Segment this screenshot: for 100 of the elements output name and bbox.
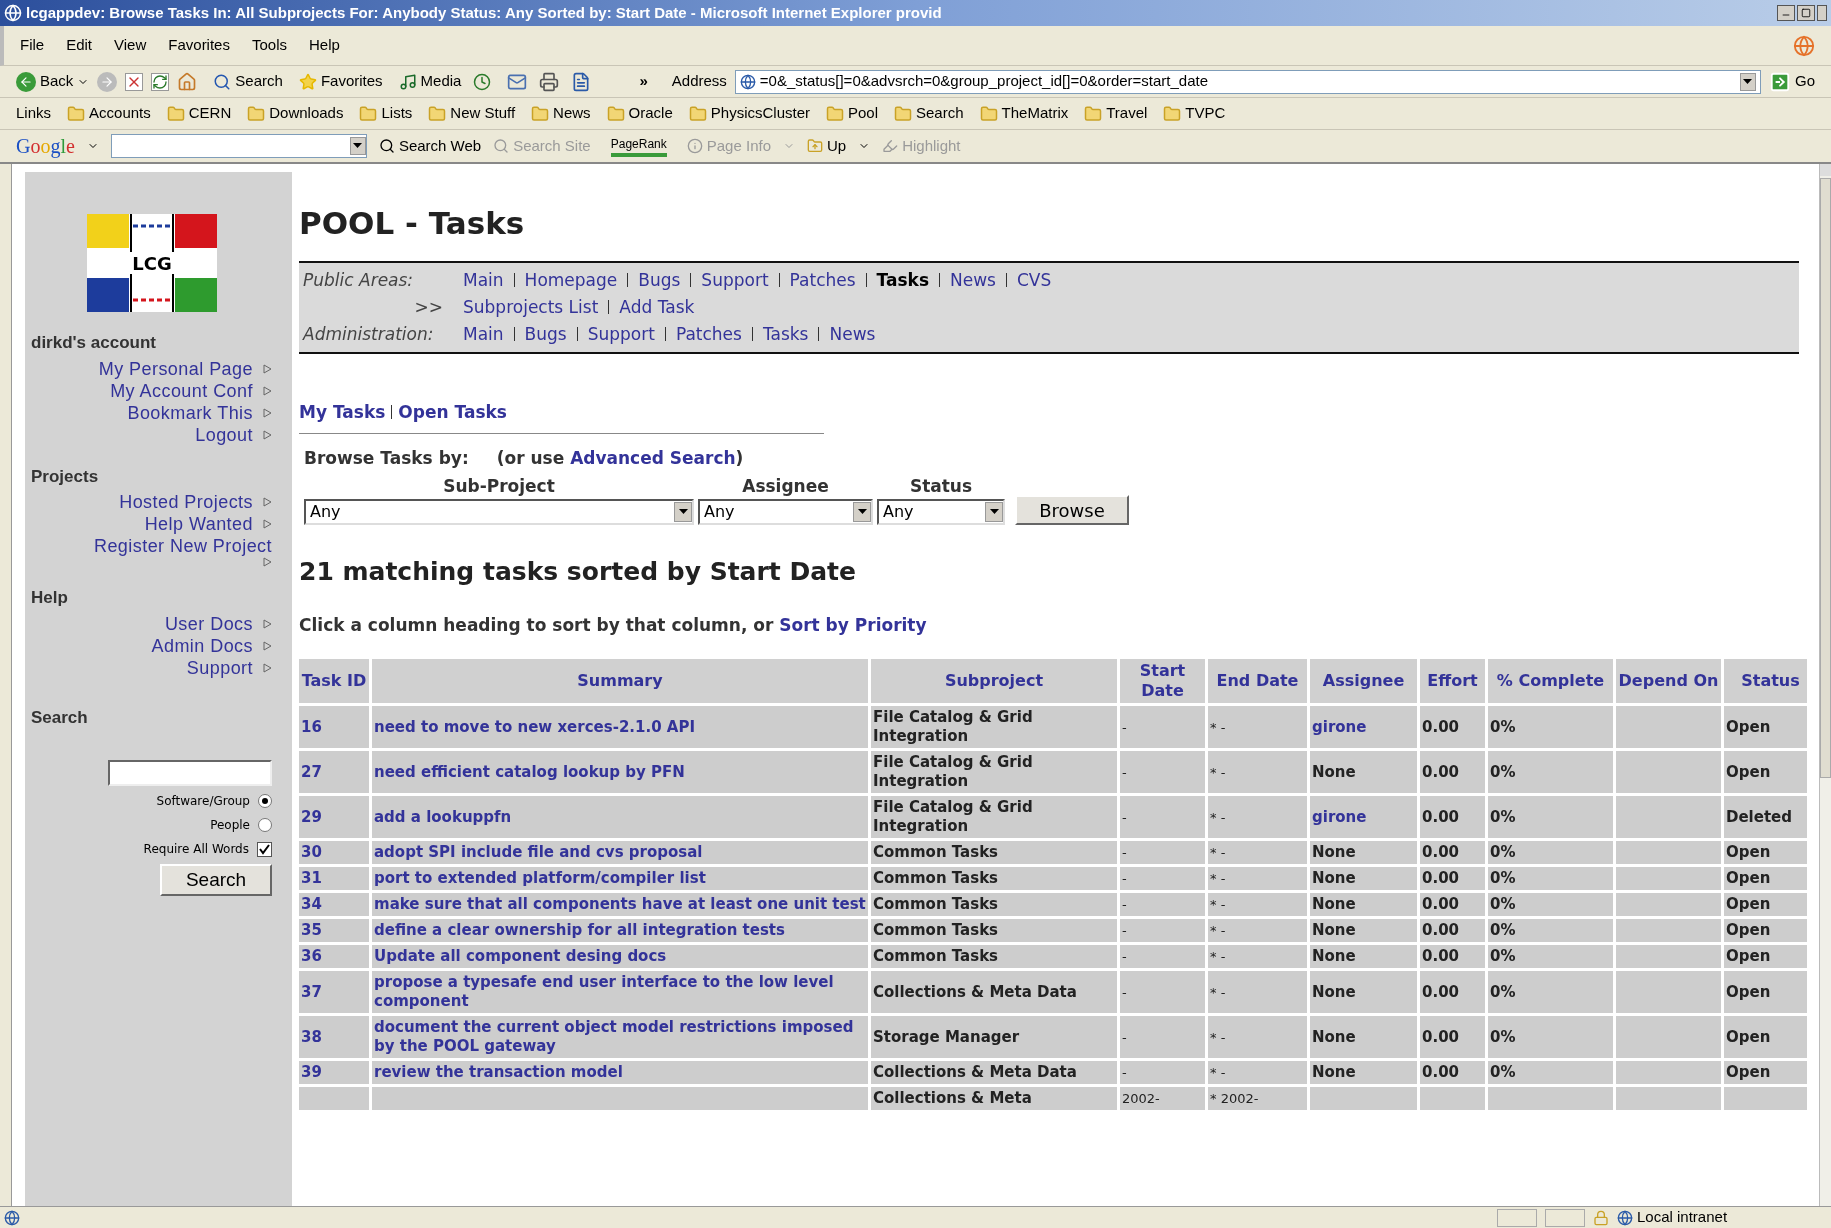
task-id-link[interactable]: 34 <box>301 895 367 914</box>
task-summary-link[interactable]: adopt SPI include file and cvs proposal <box>374 843 866 862</box>
bookmark-link[interactable]: Lists <box>359 102 413 125</box>
menu-item[interactable]: View <box>114 34 147 57</box>
nav-link[interactable]: Patches <box>789 266 856 294</box>
task-summary-link[interactable]: Update all component desing docs <box>374 947 866 966</box>
bookmark-link[interactable]: Search <box>894 102 964 125</box>
sort-by-priority-link[interactable]: Sort by Priority <box>779 614 927 635</box>
bookmark-link[interactable]: New Stuff <box>428 102 516 125</box>
task-summary-link[interactable]: make sure that all components have at least one unit test <box>374 895 866 914</box>
task-summary-link[interactable]: port to extended platform/compiler list <box>374 869 866 888</box>
column-header[interactable]: Start Date <box>1120 659 1205 703</box>
nav-link[interactable]: Bugs <box>524 320 567 348</box>
favorites-button[interactable]: Favorites <box>298 70 383 93</box>
bookmark-link[interactable]: Travel <box>1084 102 1148 125</box>
bookmark-link[interactable]: Oracle <box>606 102 673 125</box>
nav-link[interactable]: Tasks <box>762 320 809 348</box>
task-summary-link[interactable]: propose a typesafe end user interface to the low level component <box>374 973 866 1011</box>
task-id-link[interactable]: 39 <box>301 1063 367 1082</box>
maximize-icon[interactable] <box>1797 5 1815 21</box>
bookmark-link[interactable]: News <box>531 102 591 125</box>
nav-link[interactable]: Homepage <box>524 266 618 294</box>
bookmark-link[interactable]: TVPC <box>1163 102 1226 125</box>
search-button[interactable]: Search <box>213 70 283 93</box>
nav-link[interactable]: Main <box>463 266 504 294</box>
column-header[interactable]: Subproject <box>871 659 1117 703</box>
sidebar-link[interactable]: Register New Project <box>93 535 272 557</box>
history-icon[interactable] <box>473 72 492 91</box>
dropdown[interactable]: Any <box>304 499 694 525</box>
bookmark-link[interactable]: Pool <box>826 102 878 125</box>
home-icon[interactable] <box>177 71 198 92</box>
task-id-link[interactable]: 30 <box>301 843 367 862</box>
nav-link[interactable]: Support <box>701 266 769 294</box>
sidebar-link[interactable]: My Account Conf <box>110 379 253 402</box>
nav-link[interactable]: Main <box>463 320 504 348</box>
nav-link[interactable]: News <box>950 266 996 294</box>
nav-link[interactable]: Tasks <box>876 266 929 294</box>
menu-item[interactable]: File <box>20 34 45 57</box>
scrollbar[interactable] <box>1819 164 1831 1206</box>
stop-icon[interactable] <box>125 72 144 91</box>
address-field[interactable]: =0&_status[]=0&advsrch=0&group_project_id[]=0&order=start_date <box>734 69 1761 94</box>
google-toolbar-button[interactable]: PageRank <box>610 135 667 157</box>
bookmark-link[interactable]: CERN <box>166 102 232 125</box>
search-button[interactable]: Search <box>160 864 272 896</box>
quick-link[interactable]: My Tasks <box>299 399 386 425</box>
sidebar-link[interactable]: Admin Docs <box>151 634 253 657</box>
minimize-icon[interactable] <box>1777 5 1795 21</box>
back-button[interactable]: Back <box>16 70 90 93</box>
task-summary-link[interactable]: review the transaction model <box>374 1063 866 1082</box>
task-id-link[interactable]: 31 <box>301 869 367 888</box>
radio-button[interactable] <box>258 794 272 808</box>
quick-link[interactable]: Open Tasks <box>398 399 507 425</box>
menu-item[interactable]: Edit <box>66 34 93 57</box>
go-button[interactable]: Go <box>1769 70 1815 93</box>
sidebar-link[interactable]: Help Wanted <box>144 513 253 535</box>
nav-link[interactable]: Patches <box>675 320 742 348</box>
menu-item[interactable]: Tools <box>251 34 287 57</box>
task-summary-link[interactable]: define a clear ownership for all integration tests <box>374 921 866 940</box>
nav-link[interactable]: CVS <box>1016 266 1052 294</box>
column-header[interactable]: Effort <box>1420 659 1485 703</box>
edit-icon[interactable] <box>571 71 592 92</box>
nav-link[interactable]: Add Task <box>619 293 695 321</box>
column-header[interactable]: Summary <box>372 659 868 703</box>
task-id-link[interactable]: 35 <box>301 921 367 940</box>
print-icon[interactable] <box>539 71 560 92</box>
column-header[interactable]: % Complete <box>1488 659 1613 703</box>
toolbar-chevron[interactable]: » <box>639 70 648 93</box>
task-summary-link[interactable]: document the current object model restrictions imposed by the POOL gateway <box>374 1018 866 1056</box>
search-field[interactable] <box>108 760 272 786</box>
google-toolbar-button[interactable]: Up <box>807 134 871 158</box>
bookmark-link[interactable]: TheMatrix <box>979 102 1069 125</box>
bookmark-link[interactable]: Accounts <box>67 102 151 125</box>
nav-link[interactable]: Support <box>587 320 655 348</box>
refresh-icon[interactable] <box>151 72 170 91</box>
sidebar-link[interactable]: Logout <box>195 423 253 446</box>
media-button[interactable]: Media <box>398 70 462 93</box>
browse-button[interactable]: Browse <box>1015 495 1129 525</box>
column-header[interactable]: Status <box>1724 659 1807 703</box>
column-header[interactable]: Depend On <box>1616 659 1721 703</box>
nav-link[interactable]: News <box>829 320 876 348</box>
column-header[interactable]: Assignee <box>1310 659 1417 703</box>
google-toolbar-button[interactable]: Search Web <box>378 134 482 158</box>
advanced-search-link[interactable]: Advanced Search <box>570 448 736 468</box>
sidebar-link[interactable]: My Personal Page <box>98 357 253 380</box>
sidebar-link[interactable]: Support <box>186 656 253 679</box>
dropdown[interactable]: Any <box>698 499 873 525</box>
nav-link[interactable]: Subprojects List <box>463 293 599 321</box>
task-id-link[interactable]: 36 <box>301 947 367 966</box>
radio-button[interactable] <box>258 818 272 832</box>
sidebar-link[interactable]: Bookmark This <box>127 401 253 424</box>
google-search-field[interactable] <box>110 134 367 158</box>
sidebar-link[interactable]: User Docs <box>164 612 253 635</box>
checkbox[interactable] <box>257 841 272 857</box>
sidebar-link[interactable]: Hosted Projects <box>119 491 253 513</box>
bookmark-link[interactable]: PhysicsCluster <box>688 102 810 125</box>
menu-item[interactable]: Help <box>309 34 340 57</box>
menu-item[interactable]: Favorites <box>168 34 230 57</box>
nav-link[interactable]: Bugs <box>638 266 681 294</box>
column-header[interactable]: Task ID <box>299 659 369 703</box>
column-header[interactable]: End Date <box>1208 659 1307 703</box>
